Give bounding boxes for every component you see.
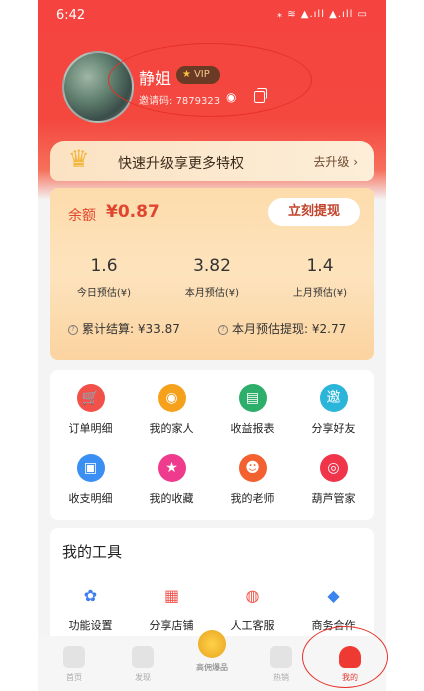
butler-icon: ◎ (319, 454, 348, 482)
upgrade-text: 快速升级享更多特权 (118, 156, 244, 172)
withdraw-button[interactable]: 立刻提现 (268, 198, 360, 226)
grid-item-star[interactable]: ★ 我的收藏 (131, 454, 212, 506)
tab-hot-deals[interactable]: 高佣爆品 (177, 630, 247, 673)
tools-title: 我的工具 (62, 543, 123, 561)
stat-today: 1.6 今日预估(¥) (59, 256, 149, 299)
grid-item-label: 收支明细 (68, 492, 113, 505)
grid-item-butler[interactable]: ◎ 葫芦管家 (293, 454, 374, 506)
settled-text: 累计结算: ¥33.87 (82, 322, 180, 336)
settled-total[interactable]: ? 累计结算: ¥33.87 (68, 320, 180, 337)
tab-home[interactable]: 首页 (39, 636, 109, 683)
balance-label: 余额 (68, 208, 96, 224)
balance-card: 余额 ¥0.87 立刻提现 1.6 今日预估(¥) 3.82 本月预估(¥) 1… (50, 188, 374, 360)
tab-label: 首页 (66, 673, 82, 682)
grid-item-teacher[interactable]: ☻ 我的老师 (212, 454, 293, 506)
grid-item-label: 葫芦管家 (311, 492, 356, 505)
hot-deals-icon (198, 630, 226, 658)
stat-value: 1.4 (306, 256, 334, 276)
tool-label: 功能设置 (68, 619, 113, 632)
tab-discover[interactable]: 发现 (108, 636, 178, 683)
grid-item-label: 我的老师 (230, 492, 275, 505)
tool-label: 分享店铺 (149, 619, 194, 632)
service-icon: ◍ (245, 586, 260, 605)
tab-label: 高佣爆品 (196, 663, 228, 672)
annotation-circle-profile (108, 43, 312, 117)
family-icon: ◉ (157, 384, 186, 412)
tool-label: 人工客服 (230, 619, 275, 632)
stat-last-month: 1.4 上月预估(¥) (275, 256, 365, 299)
shortcut-grid: 🛒 订单明细 ◉ 我的家人 ▤ 收益报表 邀分享好友 ▣ 收支明细 ★ 我的收藏 ☻ 我的老师 ◎ 葫芦管家 (50, 370, 374, 520)
stat-this-month: 3.82 本月预估(¥) (167, 256, 257, 299)
stat-label: 今日预估(¥) (76, 288, 132, 299)
stat-label: 本月预估(¥) (184, 288, 240, 299)
stat-value: 3.82 (193, 256, 231, 276)
handshake-icon: ◆ (327, 586, 340, 605)
home-icon (63, 646, 85, 668)
share-friends-icon: 邀 (319, 384, 348, 412)
status-time: 6:42 (56, 8, 86, 23)
teacher-icon: ☻ (238, 454, 267, 482)
upgrade-banner[interactable]: ♛ 快速升级享更多特权 去升级 › (50, 141, 374, 181)
tool-shop[interactable]: ▦ 分享店铺 (131, 583, 212, 633)
question-icon: ? (218, 325, 228, 335)
stat-label: 上月预估(¥) (292, 288, 348, 299)
grid-item-label: 分享好友 (311, 422, 356, 435)
star-icon: ★ (157, 454, 186, 482)
tab-label: 热销 (273, 673, 289, 682)
hot-sale-icon (270, 646, 292, 668)
grid-item-label: 收益报表 (230, 422, 275, 435)
month-withdraw-text: 本月预估提现: ¥2.77 (232, 322, 347, 336)
tool-service[interactable]: ◍ 人工客服 (212, 583, 293, 633)
grid-item-family[interactable]: ◉ 我的家人 (131, 384, 212, 436)
grid-item-label: 订单明细 (68, 422, 113, 435)
grid-item-report[interactable]: ▤ 收益报表 (212, 384, 293, 436)
balance-value: ¥0.87 (106, 202, 160, 222)
month-withdraw-total[interactable]: ? 本月预估提现: ¥2.77 (218, 320, 346, 337)
stat-value: 1.6 (90, 256, 118, 276)
report-icon: ▤ (238, 384, 267, 412)
upgrade-link[interactable]: 去升级 › (313, 153, 358, 170)
grid-item-ledger[interactable]: ▣ 收支明细 (50, 454, 131, 506)
cart-icon: 🛒 (76, 384, 105, 412)
grid-item-share-friends[interactable]: 邀分享好友 (293, 384, 374, 436)
shop-icon: ▦ (163, 586, 180, 605)
grid-item-cart[interactable]: 🛒 订单明细 (50, 384, 131, 436)
grid-item-label: 我的家人 (149, 422, 194, 435)
annotation-circle-my-tab (302, 626, 388, 688)
status-icons: ⁎ ≋ ▲.ıll ▲.ıll ▭ (277, 9, 368, 20)
tab-label: 发现 (135, 673, 151, 682)
grid-item-label: 我的收藏 (149, 492, 194, 505)
crown-icon: ♛ (68, 145, 90, 173)
tool-settings[interactable]: ✿ 功能设置 (50, 583, 131, 633)
tool-handshake[interactable]: ◆ 商务合作 (293, 583, 374, 633)
settings-icon: ✿ (83, 586, 98, 605)
discover-icon (132, 646, 154, 668)
ledger-icon: ▣ (76, 454, 105, 482)
question-icon: ? (68, 325, 78, 335)
